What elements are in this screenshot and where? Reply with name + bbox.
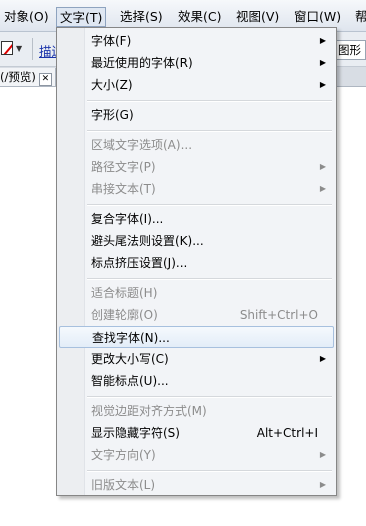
menu-help[interactable]: 帮 xyxy=(353,7,366,27)
menu-item-size[interactable]: 大小(Z) ▶ xyxy=(59,74,334,96)
menu-separator xyxy=(87,278,332,280)
submenu-arrow-icon: ▶ xyxy=(319,184,326,193)
menu-item-change-case[interactable]: 更改大小写(C) ▶ xyxy=(59,348,334,370)
close-icon[interactable]: ✕ xyxy=(38,73,52,86)
toolbar-divider xyxy=(32,38,33,60)
menu-item-optical-margin-alignment: 视觉边距对齐方式(M) xyxy=(91,404,207,418)
menu-item-glyphs[interactable]: 字形(G) xyxy=(59,104,334,126)
menu-type[interactable]: 文字(T) xyxy=(56,7,107,27)
menu-item-create-outlines: 创建轮廓(O) Shift+Ctrl+O xyxy=(59,304,334,326)
submenu-arrow-icon: ▶ xyxy=(319,450,326,459)
menu-item-font[interactable]: 字体(F) ▶ xyxy=(59,30,334,52)
menu-item-mojikumi-settings[interactable]: 标点挤压设置(J)... xyxy=(59,252,334,274)
menu-separator xyxy=(87,396,332,398)
document-tab[interactable]: (/预览) ✕ xyxy=(0,68,56,86)
menu-item-fit-headline: 适合标题(H) xyxy=(91,286,158,300)
menu-separator xyxy=(87,100,332,102)
menu-window[interactable]: 窗口(W) xyxy=(292,7,343,27)
shortcut-label: Shift+Ctrl+O xyxy=(239,308,318,322)
menu-item-show-hidden-characters[interactable]: 显示隐藏字符(S) Alt+Ctrl+I xyxy=(59,422,334,444)
chevron-down-icon[interactable]: ▼ xyxy=(16,44,22,53)
menu-select[interactable]: 选择(S) xyxy=(118,7,165,27)
document-tab-title: (/预览) xyxy=(0,70,36,84)
menu-view[interactable]: 视图(V) xyxy=(234,7,281,27)
menu-separator xyxy=(87,130,332,132)
menu-item-recent-fonts[interactable]: 最近使用的字体(R) ▶ xyxy=(59,52,334,74)
menu-item-type-on-path: 路径文字(P) ▶ xyxy=(59,156,334,178)
menu-item-area-type-options: 区域文字选项(A)... xyxy=(91,138,193,152)
menu-item-type-orientation: 文字方向(Y) ▶ xyxy=(59,444,334,466)
submenu-arrow-icon: ▶ xyxy=(319,162,326,171)
submenu-arrow-icon: ▶ xyxy=(319,480,326,489)
menu-item-kinsoku-settings[interactable]: 避头尾法则设置(K)... xyxy=(59,230,334,252)
menu-item-composite-fonts[interactable]: 复合字体(I)... xyxy=(59,208,334,230)
submenu-arrow-icon: ▶ xyxy=(319,58,326,67)
menu-object[interactable]: 对象(O) xyxy=(2,7,51,27)
type-menu-dropdown: 字体(F) ▶ 最近使用的字体(R) ▶ 大小(Z) ▶ 字形(G) 区域文字选… xyxy=(56,27,337,496)
menu-item-legacy-text: 旧版文本(L) ▶ xyxy=(59,474,334,496)
shape-button[interactable]: 图形 xyxy=(333,40,366,60)
submenu-arrow-icon: ▶ xyxy=(319,36,326,45)
menu-effect[interactable]: 效果(C) xyxy=(176,7,223,27)
menu-item-smart-punctuation[interactable]: 智能标点(U)... xyxy=(59,370,334,392)
shortcut-label: Alt+Ctrl+I xyxy=(256,426,318,440)
submenu-arrow-icon: ▶ xyxy=(319,80,326,89)
menu-item-threaded-text: 串接文本(T) ▶ xyxy=(59,178,334,200)
stroke-color-swatch[interactable] xyxy=(1,41,13,55)
menu-item-find-font[interactable]: 查找字体(N)... xyxy=(59,326,334,348)
menu-separator xyxy=(87,204,332,206)
menu-separator xyxy=(87,470,332,472)
submenu-arrow-icon: ▶ xyxy=(319,354,326,363)
